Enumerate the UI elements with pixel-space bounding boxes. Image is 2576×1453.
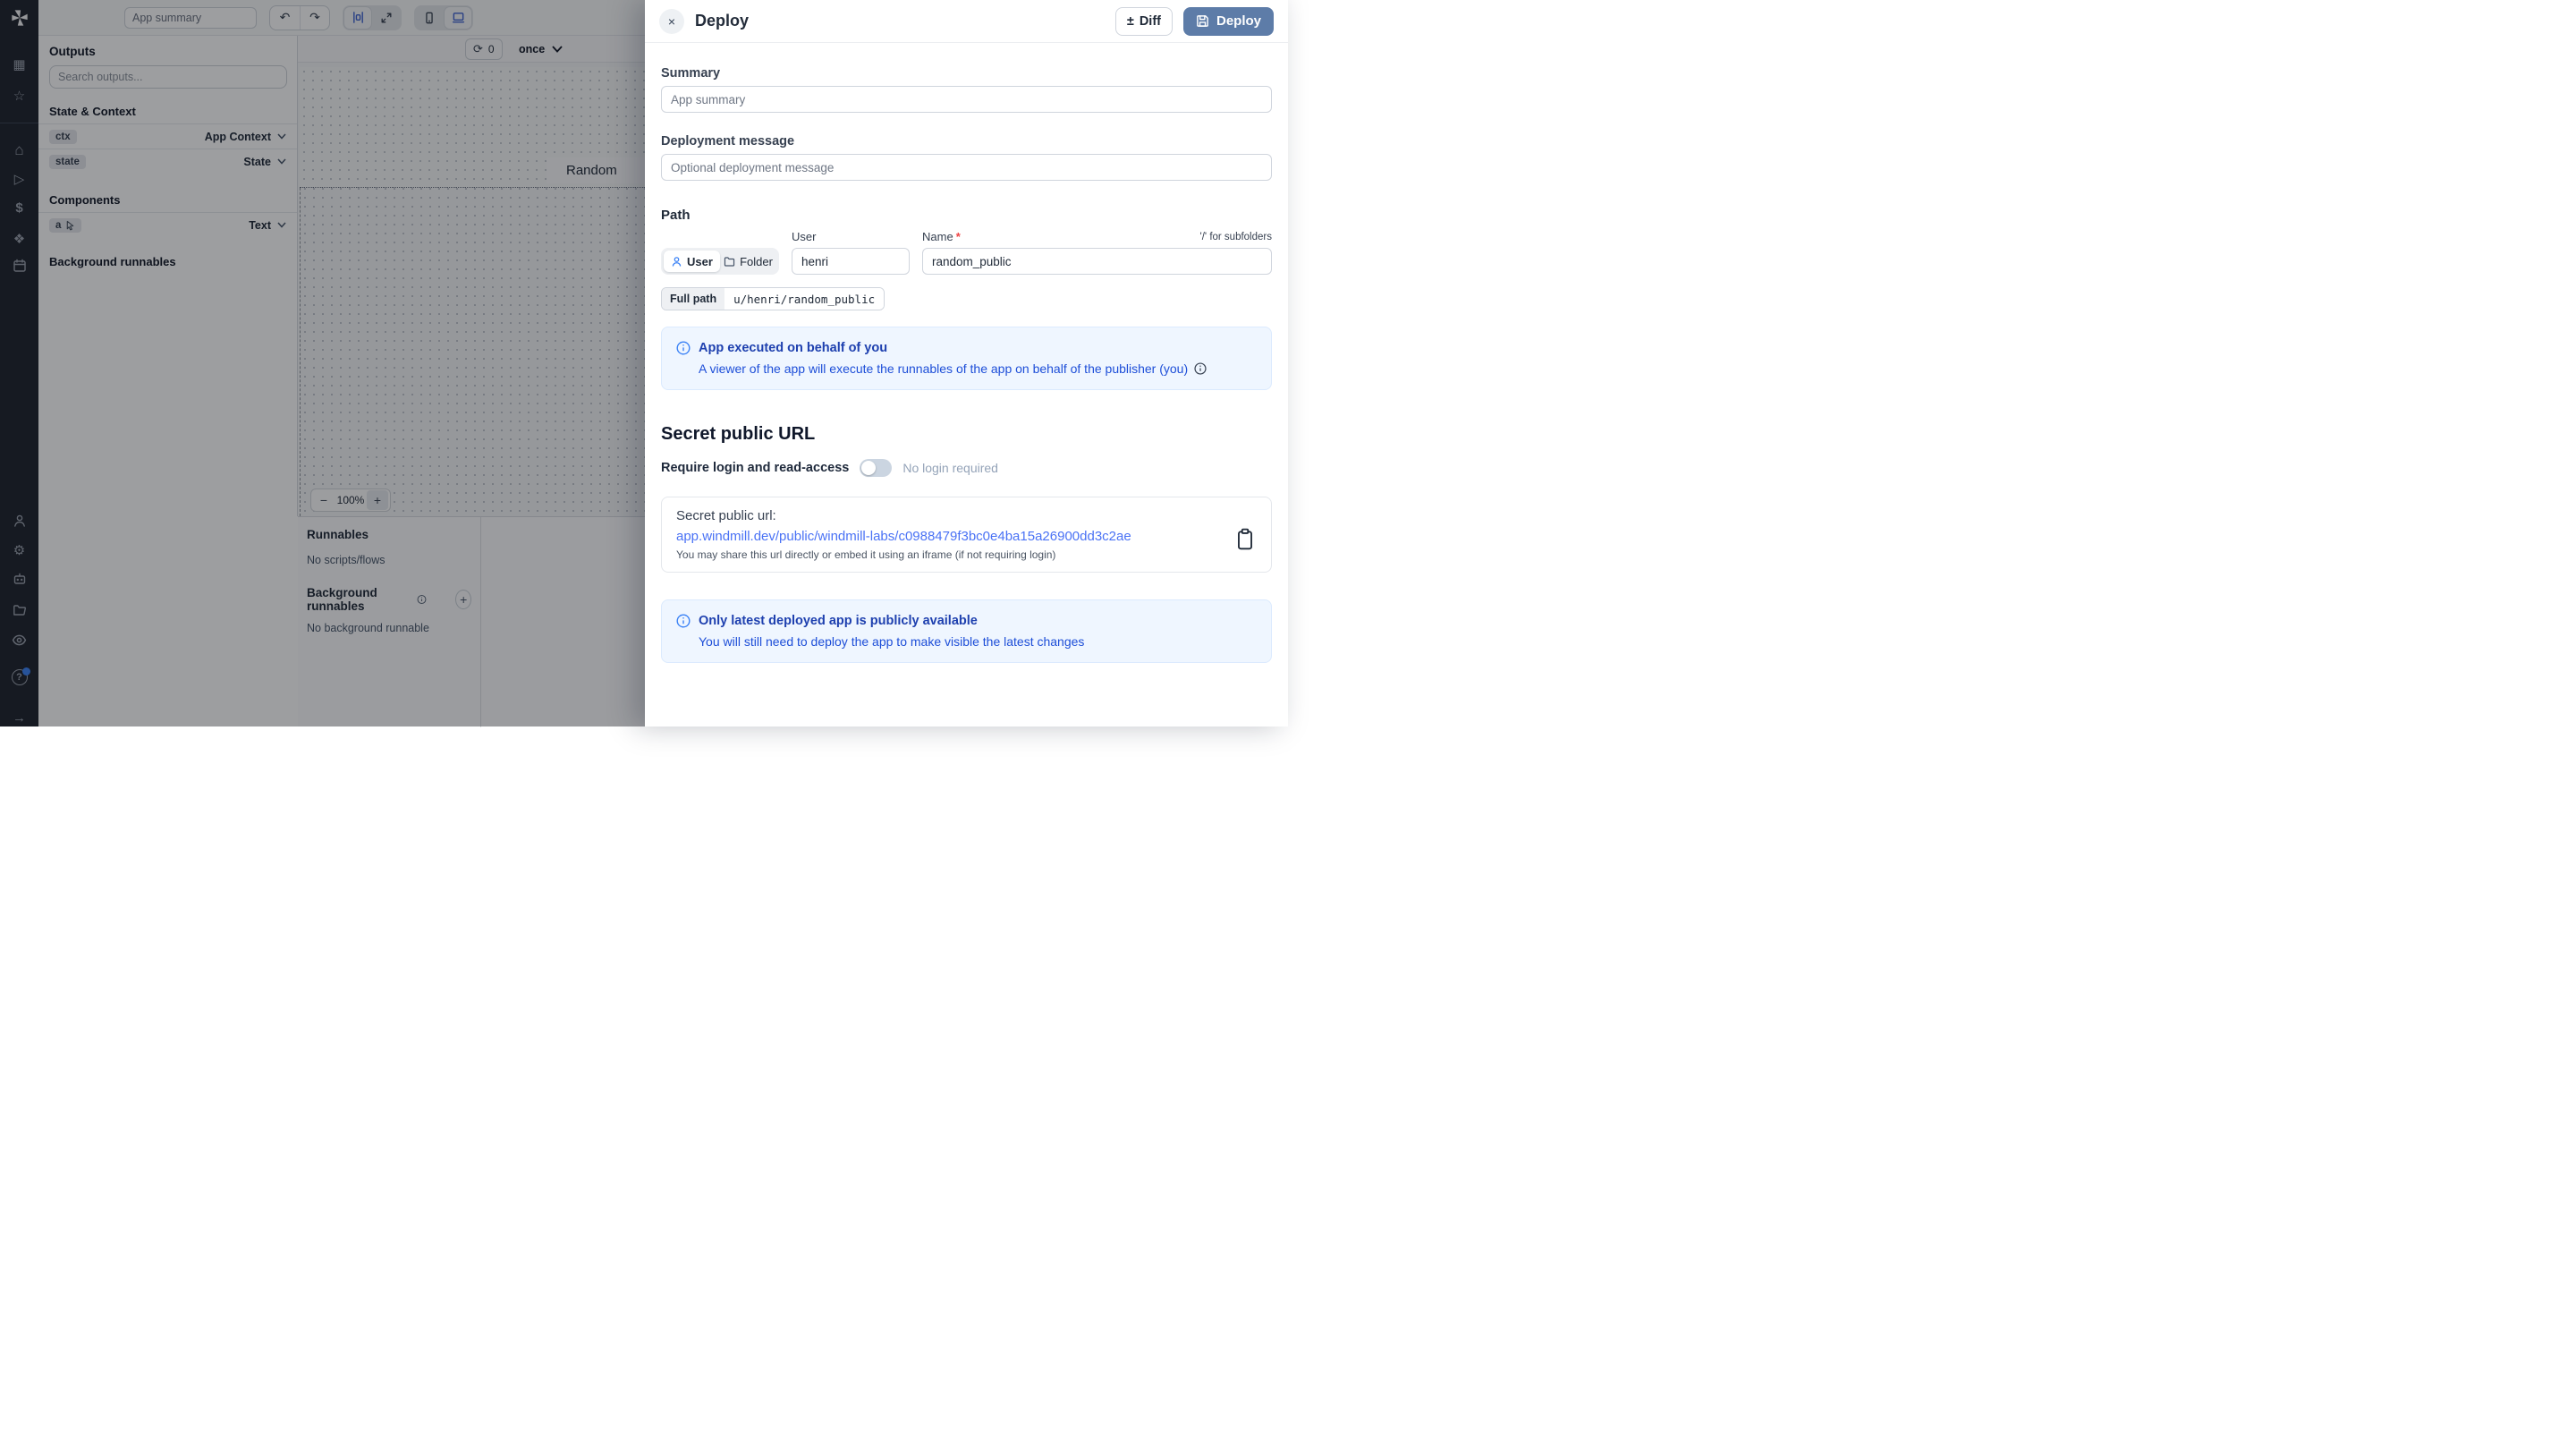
deploy-summary-input[interactable] (661, 86, 1272, 113)
path-label: Path (661, 208, 1272, 223)
owner-toggle-group: User Folder (661, 248, 779, 275)
require-login-label: Require login and read-access (661, 461, 849, 475)
full-path-display: Full path u/henri/random_public (661, 287, 885, 310)
latest-info-title: Only latest deployed app is publicly ava… (699, 614, 978, 628)
drawer-title: Deploy (695, 12, 1105, 30)
owner-folder-label: Folder (740, 255, 773, 268)
deploy-drawer: × Deploy ± Diff Deploy Summary Deploymen… (645, 0, 1288, 726)
exec-info-body: A viewer of the app will execute the run… (699, 361, 1188, 376)
close-drawer-button[interactable]: × (659, 9, 684, 34)
exec-info-title: App executed on behalf of you (699, 341, 887, 355)
diff-button[interactable]: ± Diff (1115, 7, 1173, 36)
info-icon[interactable] (1194, 362, 1207, 375)
info-icon (676, 341, 691, 355)
deployment-message-label: Deployment message (661, 134, 1272, 149)
owner-folder-button[interactable]: Folder (720, 251, 776, 272)
drawer-header: × Deploy ± Diff Deploy (645, 0, 1288, 43)
user-field[interactable] (792, 248, 910, 275)
name-field-label: Name * '/' for subfolders (922, 230, 1272, 243)
toggle-knob (861, 461, 876, 475)
name-field[interactable] (922, 248, 1272, 275)
owner-user-button[interactable]: User (664, 251, 720, 272)
share-hint: You may share this url directly or embed… (676, 548, 1257, 561)
subfolder-hint: '/' for subfolders (1200, 232, 1272, 242)
drawer-backdrop[interactable] (0, 0, 645, 726)
secret-url-link[interactable]: app.windmill.dev/public/windmill-labs/c0… (676, 529, 1131, 544)
drawer-body: Summary Deployment message Path User (645, 43, 1288, 663)
latest-info-body: You will still need to deploy the app to… (699, 634, 1084, 649)
exec-info-box: App executed on behalf of you A viewer o… (661, 327, 1272, 390)
secret-url-box: Secret public url: app.windmill.dev/publ… (661, 497, 1272, 573)
secret-url-label: Secret public url: (676, 508, 1257, 523)
deploy-button[interactable]: Deploy (1183, 7, 1274, 36)
full-path-label: Full path (662, 288, 724, 310)
owner-user-label: User (687, 255, 713, 268)
latest-info-box: Only latest deployed app is publicly ava… (661, 599, 1272, 663)
diff-icon: ± (1127, 14, 1134, 29)
deployment-message-input[interactable] (661, 154, 1272, 181)
secret-url-heading: Secret public URL (661, 424, 1272, 445)
require-login-toggle[interactable] (860, 459, 892, 477)
toggle-state-text: No login required (902, 461, 998, 475)
copy-clipboard-icon[interactable] (1235, 528, 1255, 551)
deploy-button-label: Deploy (1216, 13, 1261, 29)
required-asterisk: * (956, 230, 961, 243)
summary-label: Summary (661, 66, 1272, 81)
folder-icon (724, 256, 735, 268)
diff-button-label: Diff (1140, 14, 1161, 29)
user-field-label: User (792, 230, 910, 243)
close-icon: × (668, 14, 675, 29)
user-icon (671, 256, 682, 268)
save-floppy-icon (1196, 14, 1209, 28)
info-icon (676, 614, 691, 628)
full-path-value: u/henri/random_public (724, 288, 884, 310)
